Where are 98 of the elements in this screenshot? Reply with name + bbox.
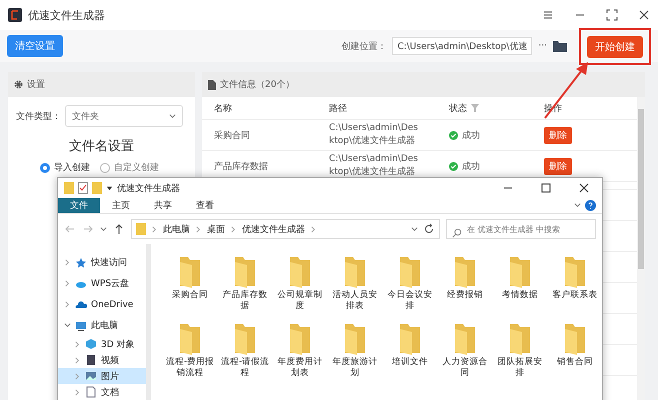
delete-button[interactable]: 删除 bbox=[544, 126, 572, 144]
computer-icon bbox=[75, 320, 87, 332]
clear-settings-button[interactable]: 清空设置 bbox=[7, 35, 63, 57]
menu-icon[interactable] bbox=[542, 9, 554, 21]
up-arrow-icon bbox=[113, 223, 125, 235]
chevron-icon bbox=[310, 226, 317, 232]
refresh-icon bbox=[423, 223, 435, 235]
check-circle-icon bbox=[449, 162, 458, 170]
chevron-icon bbox=[64, 280, 71, 287]
forward-arrow-icon bbox=[82, 223, 94, 235]
help-icon bbox=[585, 200, 596, 211]
chevron-icon bbox=[574, 202, 581, 209]
back-arrow-icon bbox=[64, 223, 76, 235]
folder-item[interactable]: 经费报销 bbox=[438, 254, 492, 313]
fullscreen-icon[interactable] bbox=[606, 9, 618, 21]
folder-item[interactable]: 流程-请假流程 bbox=[218, 320, 272, 380]
folder-item[interactable]: 团队拓展安排 bbox=[493, 320, 547, 380]
status-text: 成功 bbox=[462, 130, 480, 142]
delete-button[interactable]: 删除 bbox=[544, 158, 572, 174]
folder-item[interactable]: 培训文件 bbox=[383, 320, 437, 380]
breadcrumb-item[interactable]: 此电脑 bbox=[163, 222, 190, 236]
search-field[interactable]: 在 优速文件生成器 中搜索 bbox=[446, 219, 596, 239]
table-cell-text: C:\Users\admin\Desktop\优速文件生成器 bbox=[329, 122, 419, 148]
check-circle-icon bbox=[449, 130, 458, 140]
table-cell-text: 采购合同 bbox=[214, 130, 251, 142]
folder-item[interactable]: 人力资源合同 bbox=[438, 320, 492, 380]
ribbon-tab[interactable]: 文件 bbox=[58, 198, 100, 213]
filter-icon bbox=[471, 104, 479, 112]
folder-item[interactable]: 考情数据 bbox=[493, 254, 547, 313]
image-icon bbox=[85, 370, 97, 382]
folder-item[interactable]: 活动人员安排表 bbox=[328, 254, 382, 313]
properties-icon bbox=[78, 182, 88, 194]
file-type-label: 文件类型： bbox=[16, 110, 61, 122]
chevron-icon bbox=[195, 226, 202, 232]
nav-item[interactable]: 图片 bbox=[58, 368, 146, 384]
chevron-icon bbox=[64, 322, 71, 329]
panel-title: 设置 bbox=[27, 78, 45, 91]
scrollbar[interactable] bbox=[637, 97, 645, 400]
folder-item[interactable]: 年度费用计划表 bbox=[273, 320, 327, 380]
close-icon[interactable] bbox=[578, 182, 590, 194]
chevron-icon bbox=[151, 226, 158, 232]
ribbon-tab[interactable]: 主页 bbox=[100, 198, 142, 213]
file-type-select[interactable]: 文件夹 bbox=[65, 105, 183, 127]
chevron-icon bbox=[100, 226, 107, 232]
status-text: 成功 bbox=[462, 160, 480, 172]
window-title: 优速文件生成器 bbox=[117, 182, 181, 194]
more-button[interactable]: ··· bbox=[538, 41, 547, 51]
nav-item[interactable]: 3D 对象 bbox=[58, 336, 146, 352]
nav-item[interactable]: WPS云盘 bbox=[58, 273, 146, 294]
breadcrumb-item[interactable]: 桌面 bbox=[207, 222, 225, 236]
radio-option[interactable]: 导入创建 bbox=[40, 161, 96, 174]
panel-title: 文件信息（20个） bbox=[220, 78, 294, 91]
star-icon bbox=[75, 256, 87, 268]
ribbon-tab[interactable]: 查看 bbox=[184, 198, 226, 213]
chevron-icon bbox=[411, 226, 418, 232]
chevron-icon bbox=[74, 356, 81, 364]
chevron-icon bbox=[230, 226, 237, 232]
table-cell-text: C:\Users\admin\Desktop\优速文件生成器 bbox=[329, 153, 419, 179]
location-field[interactable]: C:\Users\admin\Desktop\优速 bbox=[392, 37, 532, 55]
app-logo-icon bbox=[8, 8, 22, 22]
folder-item[interactable]: 流程-费用报销流程 bbox=[163, 320, 217, 380]
radio-option[interactable]: 自定义创建 bbox=[100, 161, 165, 174]
app-title: 优速文件生成器 bbox=[28, 8, 106, 22]
nav-item[interactable]: 文档 bbox=[58, 384, 146, 400]
cube-icon bbox=[85, 338, 97, 350]
section-heading: 文件名设置 bbox=[68, 138, 135, 155]
column-header: 路径 bbox=[329, 102, 347, 114]
folder-item[interactable]: 采购合同 bbox=[163, 254, 217, 313]
column-header: 状态 bbox=[449, 102, 467, 114]
folder-item[interactable]: 年度旅游计划 bbox=[328, 320, 382, 380]
folder-item[interactable]: 客户联系表 bbox=[548, 254, 602, 313]
close-icon[interactable] bbox=[638, 9, 650, 21]
maximize-icon[interactable] bbox=[540, 182, 552, 194]
folder-item[interactable]: 销售合同 bbox=[548, 320, 602, 380]
table-cell-text: 产品库存数据 bbox=[214, 160, 269, 172]
column-header: 名称 bbox=[214, 102, 232, 114]
document-icon bbox=[208, 80, 216, 90]
chevron-icon bbox=[74, 388, 81, 396]
breadcrumb-item[interactable]: 优速文件生成器 bbox=[242, 222, 305, 236]
gear-icon bbox=[14, 80, 23, 89]
nav-item[interactable]: OneDrive bbox=[58, 294, 146, 315]
nav-item[interactable]: 视频 bbox=[58, 352, 146, 368]
chevron-icon bbox=[64, 301, 71, 308]
location-label: 创建位置： bbox=[341, 40, 386, 52]
folder-item[interactable]: 公司规章制度 bbox=[273, 254, 327, 313]
address-bar[interactable]: 此电脑 桌面 优速文件生成器 bbox=[131, 219, 440, 239]
chevron-icon bbox=[64, 259, 71, 266]
folder-item[interactable]: 产品库存数据 bbox=[218, 254, 272, 313]
search-icon bbox=[452, 228, 462, 238]
folder-item[interactable]: 今日会议安排 bbox=[383, 254, 437, 313]
nav-item[interactable]: 快速访问 bbox=[58, 252, 146, 273]
chevron-icon bbox=[74, 340, 81, 348]
chevron-icon bbox=[169, 112, 176, 120]
ribbon-tab[interactable]: 共享 bbox=[142, 198, 184, 213]
start-create-button[interactable]: 开始创建 bbox=[587, 36, 643, 58]
nav-item[interactable]: 此电脑 bbox=[58, 315, 146, 336]
dropdown-icon bbox=[106, 184, 113, 192]
chevron-icon bbox=[74, 372, 81, 380]
